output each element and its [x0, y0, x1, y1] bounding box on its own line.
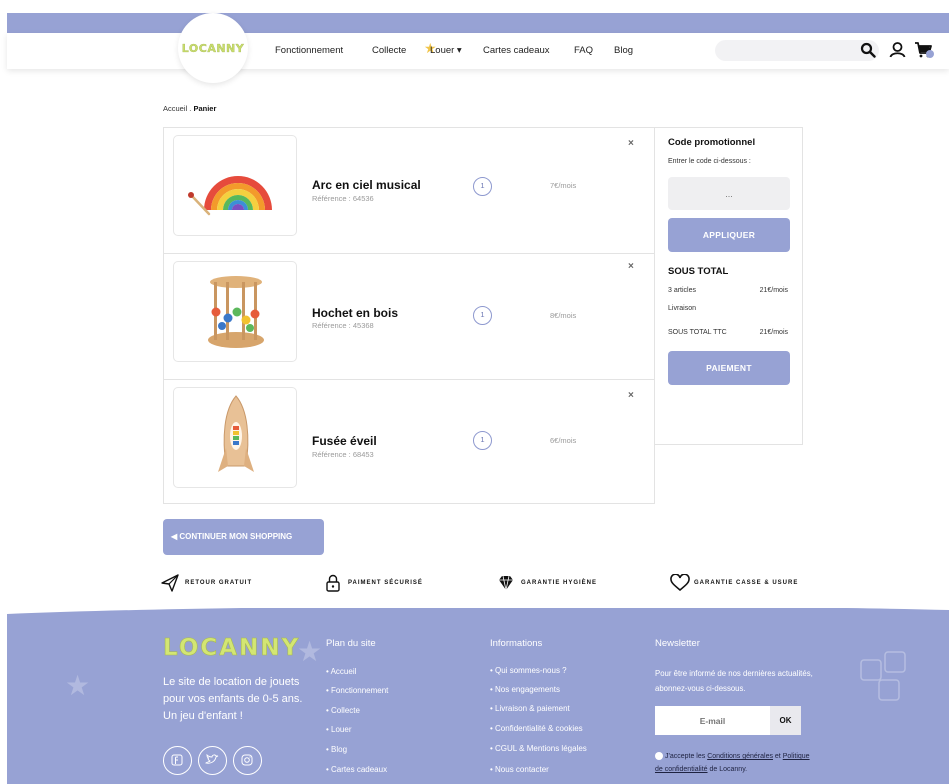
promo-title: Code promotionnel — [668, 137, 756, 148]
twitter-icon[interactable] — [198, 746, 227, 775]
product-image-rattle[interactable] — [173, 261, 297, 362]
search-icon[interactable] — [860, 42, 876, 58]
product-reference: Référence : 68453 — [312, 450, 374, 459]
product-image-rocket[interactable] — [173, 387, 297, 488]
footer-link-confidentialite[interactable]: Confidentialité & cookies — [490, 724, 583, 733]
reassurance-label: PAIMENT SÉCURISÉ — [348, 580, 423, 586]
product-price: 7€/mois — [550, 181, 577, 190]
diamond-icon — [499, 575, 513, 591]
decorative-star-icon: ★ — [65, 670, 91, 701]
product-reference: Référence : 45368 — [312, 321, 374, 330]
facebook-icon[interactable] — [163, 746, 192, 775]
breadcrumb-current: Panier — [193, 104, 217, 113]
promo-hint: Entrer le code ci-dessous : — [668, 158, 751, 165]
footer-link-contact[interactable]: Nous contacter — [490, 765, 549, 774]
cart-list: Arc en ciel musical Référence : 64536 1 … — [163, 127, 655, 504]
lock-icon — [326, 574, 340, 592]
paper-plane-icon — [161, 574, 179, 592]
consent-suffix: de Locanny. — [707, 766, 748, 773]
instagram-icon[interactable] — [233, 746, 262, 775]
order-summary: Code promotionnel Entrer le code ci-dess… — [655, 127, 803, 445]
remove-item-button[interactable]: × — [628, 138, 634, 149]
footer-link-blog[interactable]: Blog — [326, 745, 347, 754]
cart-item: Fusée éveil Référence : 68453 1 6€/mois … — [164, 380, 654, 506]
product-price: 6€/mois — [550, 436, 577, 445]
product-reference: Référence : 64536 — [312, 194, 374, 203]
search-input[interactable] — [715, 40, 879, 61]
cart-item: Arc en ciel musical Référence : 64536 1 … — [164, 128, 654, 254]
quantity-badge[interactable]: 1 — [473, 431, 492, 450]
cart-item: Hochet en bois Référence : 45368 1 8€/mo… — [164, 254, 654, 380]
footer-logo[interactable]: LOCANNY — [163, 635, 300, 662]
quantity-badge[interactable]: 1 — [473, 177, 492, 196]
promo-code-input[interactable] — [668, 177, 790, 210]
top-band — [7, 13, 949, 33]
nav-louer[interactable]: Louer ▾ — [430, 45, 462, 56]
info-title: Informations — [490, 638, 543, 649]
remove-item-button[interactable]: × — [628, 261, 634, 272]
decorative-star-icon: ★ — [297, 636, 323, 667]
nav-blog[interactable]: Blog — [614, 45, 633, 56]
user-icon[interactable] — [889, 41, 906, 58]
payment-button[interactable]: PAIEMENT — [668, 351, 790, 385]
footer-wave — [7, 608, 949, 614]
subtotal-title: SOUS TOTAL — [668, 266, 729, 277]
plan-title: Plan du site — [326, 638, 376, 649]
consent-text: J'accepte les Conditions générales et Po… — [655, 750, 815, 776]
subtotal-ttc-label: SOUS TOTAL TTC — [668, 329, 727, 336]
product-name[interactable]: Arc en ciel musical — [312, 178, 421, 192]
delivery-label: Livraison — [668, 305, 697, 312]
footer-link-about[interactable]: Qui sommes-nous ? — [490, 666, 567, 675]
consent-prefix: J'accepte les — [665, 753, 708, 760]
breadcrumb-home[interactable]: Accueil — [163, 104, 187, 113]
footer-link-louer[interactable]: Louer — [326, 725, 351, 734]
footer-link-accueil[interactable]: Accueil — [326, 667, 357, 676]
breadcrumb: Accueil . Panier — [163, 104, 216, 113]
product-image-rainbow[interactable] — [173, 135, 297, 236]
nav-fonctionnement[interactable]: Fonctionnement — [275, 45, 343, 56]
footer-link-fonctionnement[interactable]: Fonctionnement — [326, 686, 388, 695]
heart-icon — [670, 574, 690, 592]
nav-collecte[interactable]: Collecte — [372, 45, 406, 56]
footer-link-engagements[interactable]: Nos engagements — [490, 685, 560, 694]
product-name[interactable]: Hochet en bois — [312, 306, 398, 320]
cgu-link[interactable]: Conditions générales — [707, 753, 773, 760]
footer: ★ ★ LOCANNY Le site de location de jouet… — [7, 608, 949, 784]
nav-cartes-cadeaux[interactable]: Cartes cadeaux — [483, 45, 550, 56]
reassurance-label: GARANTIE CASSE & USURE — [694, 580, 799, 586]
consent-mid: et — [772, 753, 783, 760]
apply-promo-button[interactable]: APPLIQUER — [668, 218, 790, 252]
newsletter-title: Newsletter — [655, 638, 700, 649]
newsletter-email-input[interactable] — [655, 706, 770, 735]
cart-count-badge — [926, 50, 934, 58]
articles-total: 21€/mois — [759, 287, 788, 294]
quantity-badge[interactable]: 1 — [473, 306, 492, 325]
footer-tagline: Le site de location de jouets pour vos e… — [163, 676, 303, 722]
newsletter-submit-button[interactable]: OK — [770, 706, 801, 735]
product-name[interactable]: Fusée éveil — [312, 434, 377, 448]
logo[interactable]: LOCANNY — [180, 42, 246, 55]
continue-shopping-button[interactable]: ◀ CONTINUER MON SHOPPING — [163, 519, 324, 555]
remove-item-button[interactable]: × — [628, 390, 634, 401]
product-price: 8€/mois — [550, 311, 577, 320]
subtotal-ttc-value: 21€/mois — [759, 329, 788, 336]
footer-link-cgul[interactable]: CGUL & Mentions légales — [490, 744, 587, 753]
footer-link-livraison[interactable]: Livraison & paiement — [490, 704, 570, 713]
footer-link-cartes-cadeaux[interactable]: Cartes cadeaux — [326, 765, 387, 774]
reassurance-label: RETOUR GRATUIT — [185, 580, 253, 586]
toy-blocks-icon — [860, 651, 906, 701]
newsletter-text: Pour être informé de nos dernières actua… — [655, 669, 813, 693]
footer-link-collecte[interactable]: Collecte — [326, 706, 360, 715]
breadcrumb-separator: . — [189, 104, 192, 113]
articles-count: 3 articles — [668, 287, 697, 294]
reassurance-label: GARANTIE HYGIÈNE — [521, 580, 598, 586]
nav-faq[interactable]: FAQ — [574, 45, 593, 56]
